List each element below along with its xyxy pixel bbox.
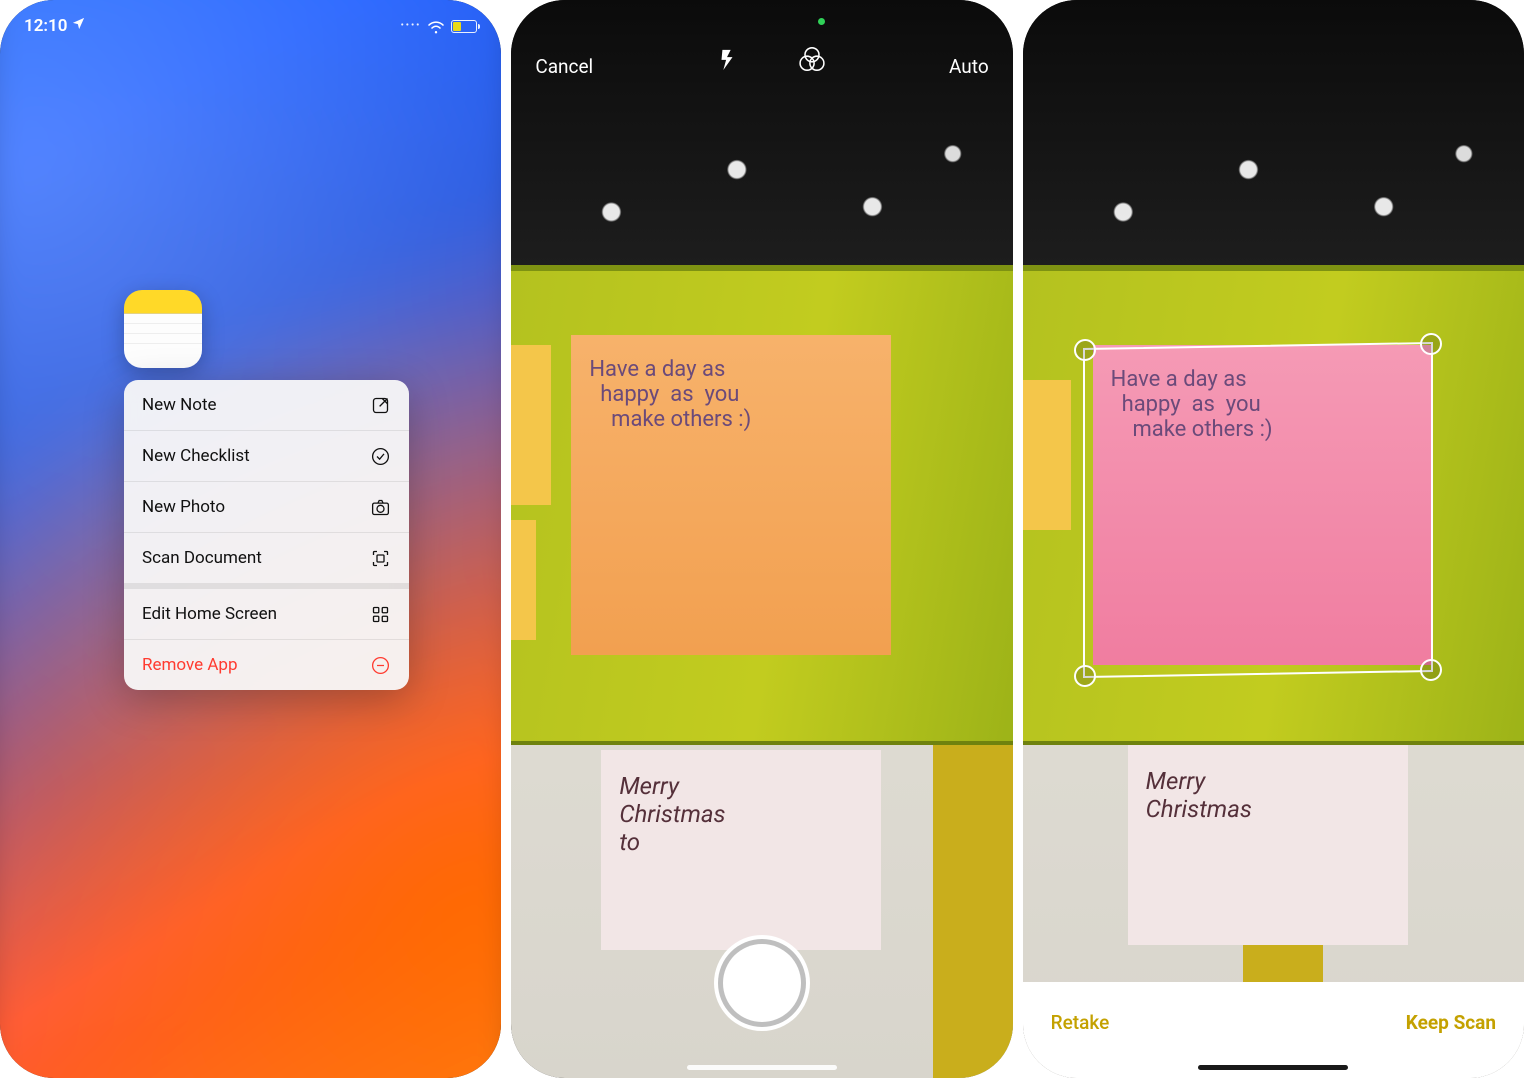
camera-icon xyxy=(369,496,391,518)
notes-app-icon[interactable] xyxy=(124,290,202,368)
menu-label: New Checklist xyxy=(142,446,250,466)
checklist-icon xyxy=(369,445,391,467)
menu-label: Scan Document xyxy=(142,548,262,568)
menu-label: New Note xyxy=(142,395,217,415)
scanner-top-bar: Cancel Auto xyxy=(511,0,1012,92)
status-time: 12:10 xyxy=(24,16,67,36)
menu-edit-home-screen[interactable]: Edit Home Screen xyxy=(124,589,409,640)
screenshot-home-context-menu: 12:10 •••• New Note New Checklist New Ph… xyxy=(0,0,501,1078)
keep-scan-button[interactable]: Keep Scan xyxy=(1406,1011,1496,1034)
cell-dots-icon: •••• xyxy=(401,21,422,31)
status-bar: 12:10 •••• xyxy=(0,0,501,44)
menu-label: New Photo xyxy=(142,497,225,517)
sticky-text: make others :) xyxy=(589,407,873,432)
menu-label: Edit Home Screen xyxy=(142,604,277,624)
sticky-text: happy as you xyxy=(589,382,873,407)
shutter-area xyxy=(511,944,1012,1022)
shutter-button[interactable] xyxy=(723,944,801,1022)
home-indicator[interactable] xyxy=(1198,1065,1348,1070)
crop-handle-bottom-right[interactable] xyxy=(1420,659,1442,681)
scan-review-bar: Retake Keep Scan xyxy=(1023,982,1524,1078)
sticky-text: Have a day as xyxy=(589,357,873,382)
menu-scan-document[interactable]: Scan Document xyxy=(124,533,409,589)
scene-sticky-note-bottom: Merry Christmas xyxy=(1128,745,1408,945)
crop-handle-bottom-left[interactable] xyxy=(1074,665,1096,687)
wifi-icon xyxy=(427,20,445,33)
camera-viewfinder: Have a day as happy as you make others :… xyxy=(511,0,1012,1078)
scan-icon xyxy=(369,547,391,569)
menu-new-checklist[interactable]: New Checklist xyxy=(124,431,409,482)
filter-icon[interactable] xyxy=(798,45,826,78)
battery-icon xyxy=(451,20,477,33)
scene-sticky-note-bottom: Merry Christmas to xyxy=(601,750,881,950)
menu-new-photo[interactable]: New Photo xyxy=(124,482,409,533)
camera-active-indicator-icon xyxy=(818,18,825,25)
retake-button[interactable]: Retake xyxy=(1051,1011,1110,1034)
sticky-text: Christmas xyxy=(1146,795,1390,823)
screenshot-scan-camera: Have a day as happy as you make others :… xyxy=(511,0,1012,1078)
apps-icon xyxy=(369,603,391,625)
crop-handle-top-right[interactable] xyxy=(1420,333,1442,355)
home-indicator[interactable] xyxy=(687,1065,837,1070)
menu-label: Remove App xyxy=(142,655,238,675)
remove-icon xyxy=(369,654,391,676)
compose-icon xyxy=(369,394,391,416)
location-icon xyxy=(71,16,86,36)
sticky-text: Merry xyxy=(1146,767,1390,795)
cancel-button[interactable]: Cancel xyxy=(535,55,593,78)
menu-remove-app[interactable]: Remove App xyxy=(124,640,409,690)
crop-frame[interactable] xyxy=(1083,342,1433,678)
scene-sticky-note-main: Have a day as happy as you make others :… xyxy=(571,335,891,655)
scene-sticky-peek xyxy=(511,520,536,640)
crop-handle-top-left[interactable] xyxy=(1074,339,1096,361)
flash-icon[interactable] xyxy=(716,46,738,77)
scene-sticky-peek xyxy=(511,345,551,505)
scene-sticky-peek xyxy=(1023,380,1071,530)
menu-new-note[interactable]: New Note xyxy=(124,380,409,431)
sticky-text: to xyxy=(619,828,863,856)
capture-mode-button[interactable]: Auto xyxy=(949,55,989,78)
screenshot-scan-crop: Have a day as happy as you make others :… xyxy=(1023,0,1524,1078)
scene-ceiling xyxy=(1023,0,1524,265)
notes-context-menu: New Note New Checklist New Photo Scan Do… xyxy=(124,380,409,690)
sticky-text: Merry xyxy=(619,772,863,800)
sticky-text: Christmas xyxy=(619,800,863,828)
